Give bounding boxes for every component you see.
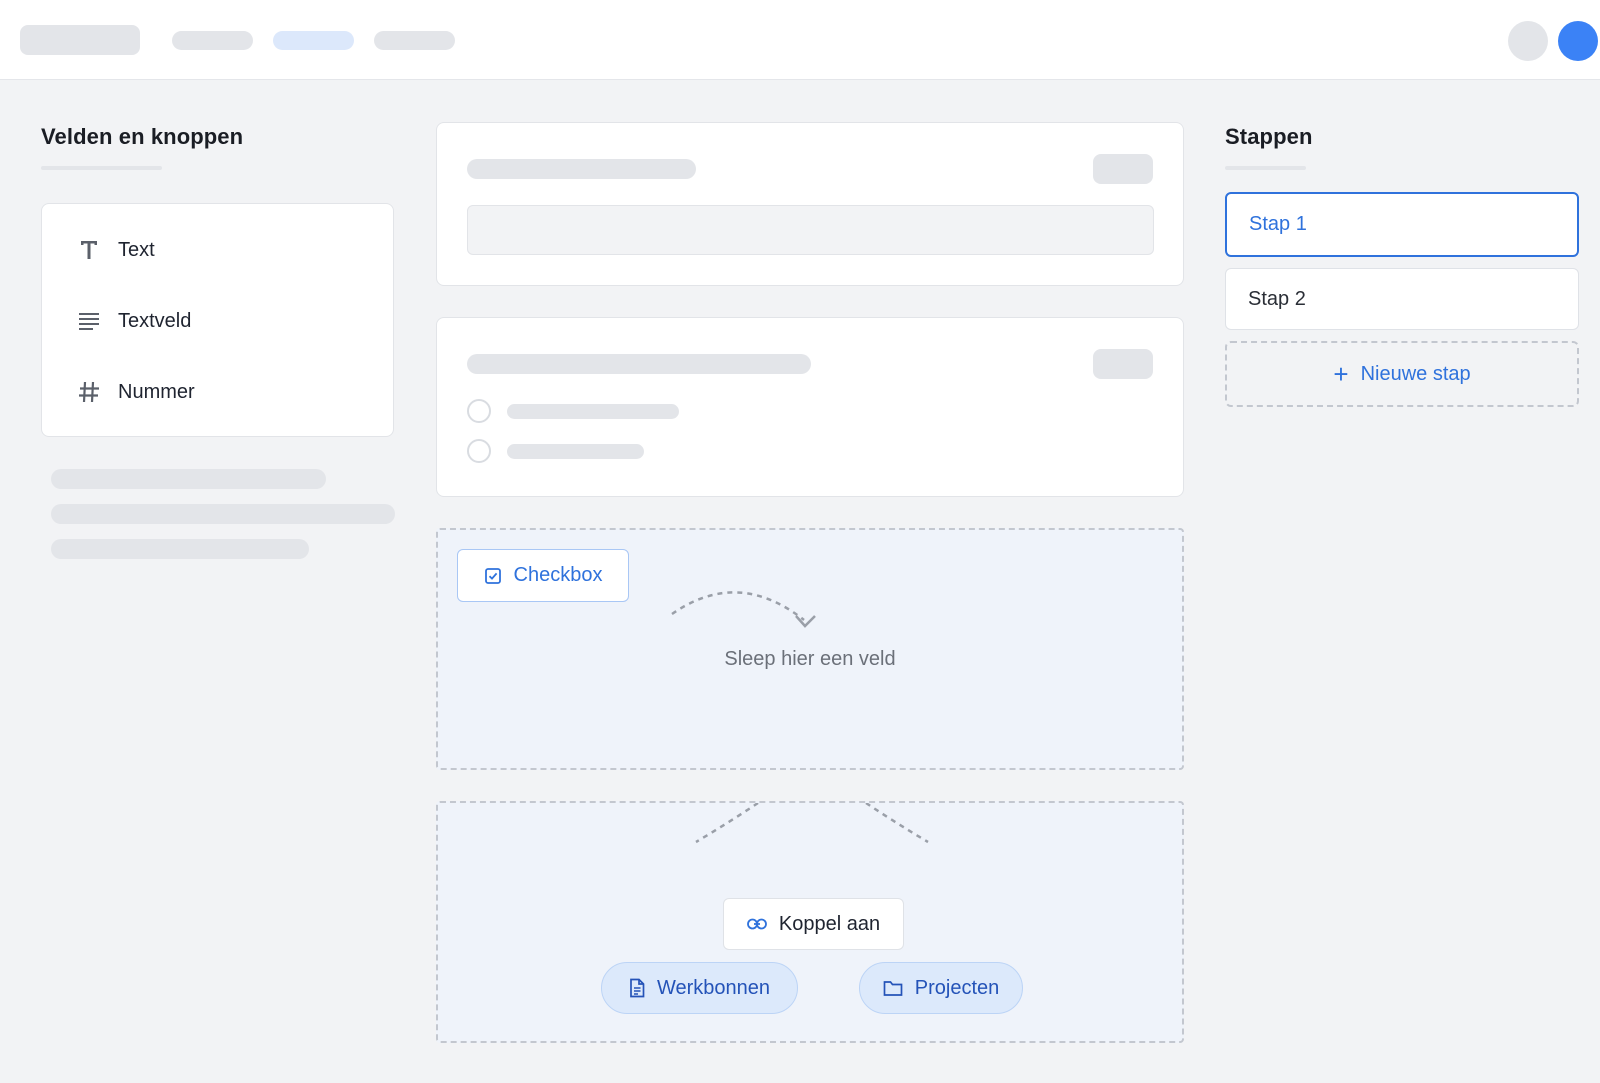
folder-icon <box>883 980 903 997</box>
add-step-button[interactable]: + Nieuwe stap <box>1225 341 1579 407</box>
palette-title-underline <box>41 166 162 170</box>
steps-title: Stappen <box>1225 124 1313 149</box>
link-target-werkbonnen[interactable]: Werkbonnen <box>601 962 798 1014</box>
field-action-placeholder[interactable] <box>1093 349 1153 379</box>
skeleton-line <box>51 469 326 489</box>
field-label-placeholder <box>467 354 811 374</box>
document-icon <box>629 978 645 998</box>
nav-item-placeholder[interactable] <box>172 31 253 50</box>
dragged-field-chip[interactable]: Checkbox <box>457 549 629 602</box>
field-drop-zone[interactable]: Checkbox Sleep hier een veld <box>436 528 1184 770</box>
palette-item-textveld[interactable]: Textveld <box>76 301 191 341</box>
palette-item-nummer[interactable]: Nummer <box>76 372 195 412</box>
avatar[interactable] <box>1558 21 1598 61</box>
link-target-label: Werkbonnen <box>656 976 771 999</box>
link-drop-zone[interactable]: Koppel aan Werkbonnen Projecten <box>436 801 1184 1043</box>
link-target-label: Projecten <box>914 976 1000 999</box>
logo-placeholder <box>20 25 140 55</box>
link-target-projecten[interactable]: Projecten <box>859 962 1023 1014</box>
skeleton-line <box>51 504 395 524</box>
drop-hint: Sleep hier een veld <box>724 648 896 670</box>
dragged-field-label: Checkbox <box>513 564 603 586</box>
add-step-label: Nieuwe stap <box>1360 362 1471 385</box>
notification-placeholder[interactable] <box>1508 21 1548 61</box>
nav-item-placeholder[interactable] <box>374 31 455 50</box>
steps-title-underline <box>1225 166 1306 170</box>
form-field-card[interactable] <box>436 317 1184 497</box>
option-label-placeholder <box>507 444 644 459</box>
field-action-placeholder[interactable] <box>1093 154 1153 184</box>
field-palette: Text Textveld Nummer <box>41 203 394 437</box>
checkbox-option[interactable] <box>467 439 491 463</box>
palette-item-label: Textveld <box>118 309 192 332</box>
option-label-placeholder <box>507 404 679 419</box>
text-type-icon <box>76 239 102 261</box>
connector-lines <box>695 803 929 844</box>
skeleton-line <box>51 539 309 559</box>
checkbox-icon <box>484 567 502 585</box>
plus-icon: + <box>1333 359 1349 389</box>
link-to-label: Koppel aan <box>778 912 881 935</box>
input-placeholder[interactable] <box>467 205 1154 255</box>
link-icon <box>746 918 767 930</box>
checkbox-option[interactable] <box>467 399 491 423</box>
form-field-card[interactable] <box>436 122 1184 286</box>
field-label-placeholder <box>467 159 696 179</box>
lines-icon <box>76 311 102 331</box>
palette-title: Velden en knoppen <box>41 124 244 149</box>
link-to-button[interactable]: Koppel aan <box>723 898 904 950</box>
top-bar <box>0 0 1600 80</box>
palette-item-label: Text <box>118 238 155 261</box>
hash-icon <box>76 381 102 403</box>
step-item-1[interactable]: Stap 1 <box>1225 192 1579 257</box>
palette-item-text[interactable]: Text <box>76 230 155 270</box>
nav-item-active-placeholder[interactable] <box>273 31 354 50</box>
palette-item-label: Nummer <box>118 380 195 403</box>
drag-arrow-icon <box>671 591 816 628</box>
step-item-2[interactable]: Stap 2 <box>1225 268 1579 330</box>
